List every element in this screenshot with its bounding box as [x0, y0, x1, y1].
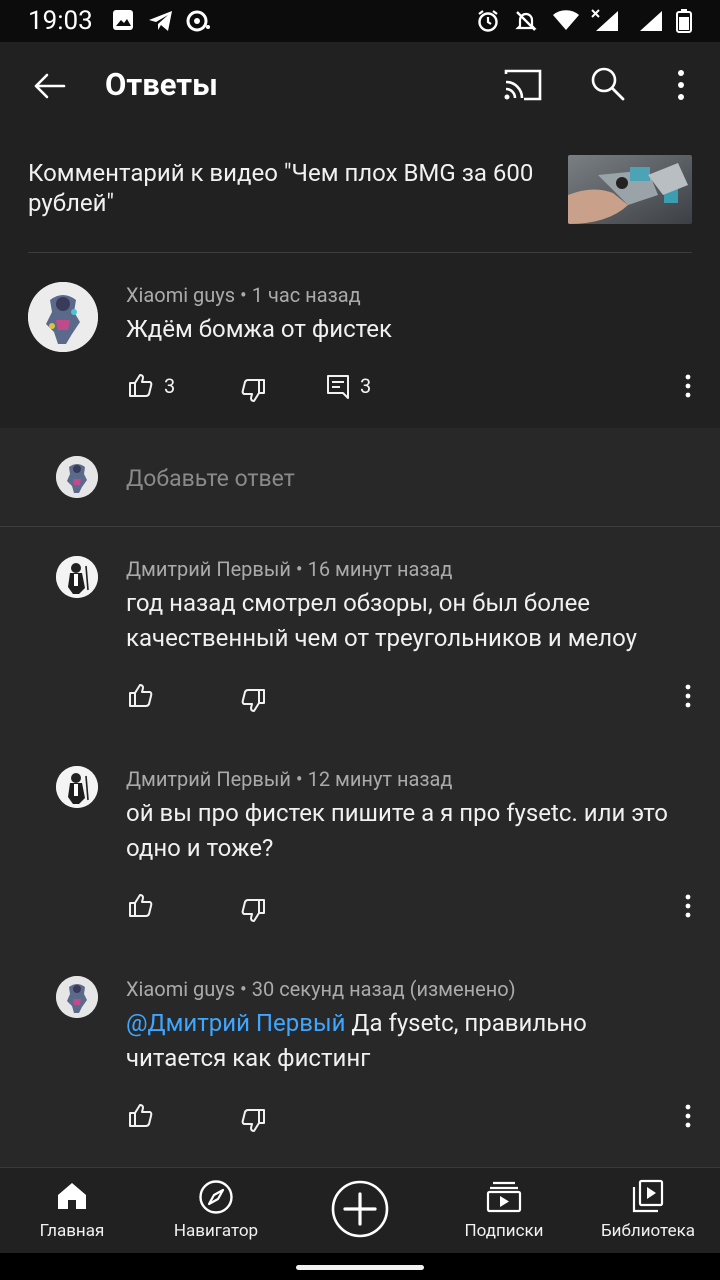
replies-button[interactable]: [326, 374, 350, 400]
nav-label: Главная: [39, 1221, 105, 1241]
avatar-image: [56, 766, 98, 808]
nav-home[interactable]: Главная: [20, 1176, 124, 1246]
reply-time: 12 минут назад: [307, 767, 453, 791]
more-vert-icon: [685, 374, 691, 398]
like-button[interactable]: [128, 682, 154, 708]
reply-text: @Дмитрий Первый Да fysetc, правильно чит…: [126, 1006, 691, 1076]
like-button[interactable]: [128, 372, 154, 398]
arrow-back-icon: [34, 73, 66, 99]
video-thumbnail[interactable]: [568, 155, 692, 224]
alarm-icon: [476, 9, 500, 33]
video-thumbnail-image: [568, 155, 692, 224]
battery-icon: [676, 9, 692, 33]
thumb-down-icon: [241, 899, 265, 922]
reply-menu-button[interactable]: [680, 893, 696, 919]
avatar-image: [56, 456, 98, 498]
current-user-avatar: [56, 456, 98, 498]
library-icon: [632, 1179, 664, 1213]
subscriptions-icon: [486, 1181, 522, 1213]
meta-separator: •: [235, 283, 252, 307]
like-button[interactable]: [128, 1102, 154, 1128]
avatar-image: [56, 976, 98, 1018]
mention-link[interactable]: @Дмитрий Первый: [126, 1009, 345, 1037]
comment-meta: Xiaomi guys • 1 час назад: [126, 282, 361, 308]
reply-time: 30 секунд назад (изменено): [251, 977, 516, 1001]
reply-author[interactable]: Дмитрий Первый: [126, 557, 291, 581]
reply-count: 3: [360, 374, 372, 398]
reply-menu-button[interactable]: [680, 1103, 696, 1129]
cast-icon: [504, 69, 542, 101]
comment-time: 1 час назад: [251, 283, 361, 307]
more-vert-icon: [685, 1104, 691, 1128]
more-options-button[interactable]: [670, 68, 692, 102]
add-reply-input[interactable]: Добавьте ответ: [126, 464, 295, 494]
like-button[interactable]: [128, 892, 154, 918]
status-time: 19:03: [28, 6, 93, 36]
cast-button[interactable]: [502, 68, 544, 102]
thumb-down-icon: [241, 1109, 265, 1132]
wifi-icon: [552, 9, 580, 31]
reply-author[interactable]: Xiaomi guys: [126, 977, 235, 1001]
reply-time: 16 минут назад: [307, 557, 453, 581]
thumb-up-icon: [129, 374, 153, 397]
avatar[interactable]: [56, 976, 98, 1018]
meta-separator: •: [235, 977, 252, 1001]
comment-menu-button[interactable]: [680, 373, 696, 399]
dislike-button[interactable]: [240, 378, 266, 404]
divider: [0, 526, 720, 527]
mute-icon: [514, 9, 538, 33]
comment-text: Ждём бомжа от фистек: [126, 315, 392, 343]
reply-text: ой вы про фистек пишите а я про fysetc. …: [126, 799, 668, 862]
dislike-button[interactable]: [240, 1108, 266, 1134]
thumb-up-icon: [129, 1104, 153, 1127]
avatar-image: [56, 556, 98, 598]
meta-separator: •: [290, 767, 308, 791]
comment-author[interactable]: Xiaomi guys: [126, 283, 235, 307]
avatar[interactable]: [56, 766, 98, 808]
dislike-button[interactable]: [240, 688, 266, 714]
more-vert-icon: [685, 684, 691, 708]
messenger-icon: [186, 9, 212, 33]
reply-author[interactable]: Дмитрий Первый: [126, 767, 291, 791]
reply-meta: Xiaomi guys • 30 секунд назад (изменено): [126, 976, 516, 1002]
home-indicator[interactable]: [296, 1265, 424, 1270]
meta-separator: •: [290, 557, 308, 581]
thumb-down-icon: [241, 379, 265, 402]
nav-label: Библиотека: [600, 1221, 696, 1241]
search-icon: [591, 67, 625, 101]
home-icon: [58, 1183, 86, 1209]
nav-subscriptions[interactable]: Подписки: [452, 1176, 556, 1246]
search-button[interactable]: [590, 66, 626, 102]
cellular-signal-icon: [590, 9, 620, 33]
reply-menu-button[interactable]: [680, 683, 696, 709]
gallery-icon: [112, 9, 134, 31]
like-count: 3: [164, 374, 176, 398]
nav-label: Навигатор: [173, 1221, 259, 1241]
reply-text: год назад смотрел обзоры, он был более к…: [126, 589, 637, 652]
avatar-image: [28, 282, 98, 352]
reply-meta: Дмитрий Первый • 16 минут назад: [126, 556, 453, 582]
create-button[interactable]: [330, 1179, 390, 1239]
divider: [28, 252, 692, 253]
avatar[interactable]: [28, 282, 98, 352]
nav-library[interactable]: Библиотека: [590, 1176, 706, 1246]
page-title: Ответы: [105, 66, 218, 103]
video-context-link[interactable]: Комментарий к видео "Чем плох BMG за 600…: [28, 158, 553, 218]
thumb-up-icon: [129, 894, 153, 917]
create-icon: [331, 1180, 389, 1238]
nav-label: Подписки: [464, 1221, 544, 1241]
nav-explore[interactable]: Навигатор: [160, 1176, 272, 1246]
explore-icon: [199, 1180, 233, 1214]
avatar[interactable]: [56, 556, 98, 598]
back-button[interactable]: [30, 66, 70, 106]
thumb-down-icon: [241, 689, 265, 712]
more-vert-icon: [678, 70, 684, 100]
cellular-signal-2-icon: [638, 9, 664, 33]
more-vert-icon: [685, 894, 691, 918]
telegram-icon: [148, 9, 174, 33]
thumb-up-icon: [129, 684, 153, 707]
reply-meta: Дмитрий Первый • 12 минут назад: [126, 766, 453, 792]
dislike-button[interactable]: [240, 898, 266, 924]
comment-icon: [327, 375, 349, 399]
